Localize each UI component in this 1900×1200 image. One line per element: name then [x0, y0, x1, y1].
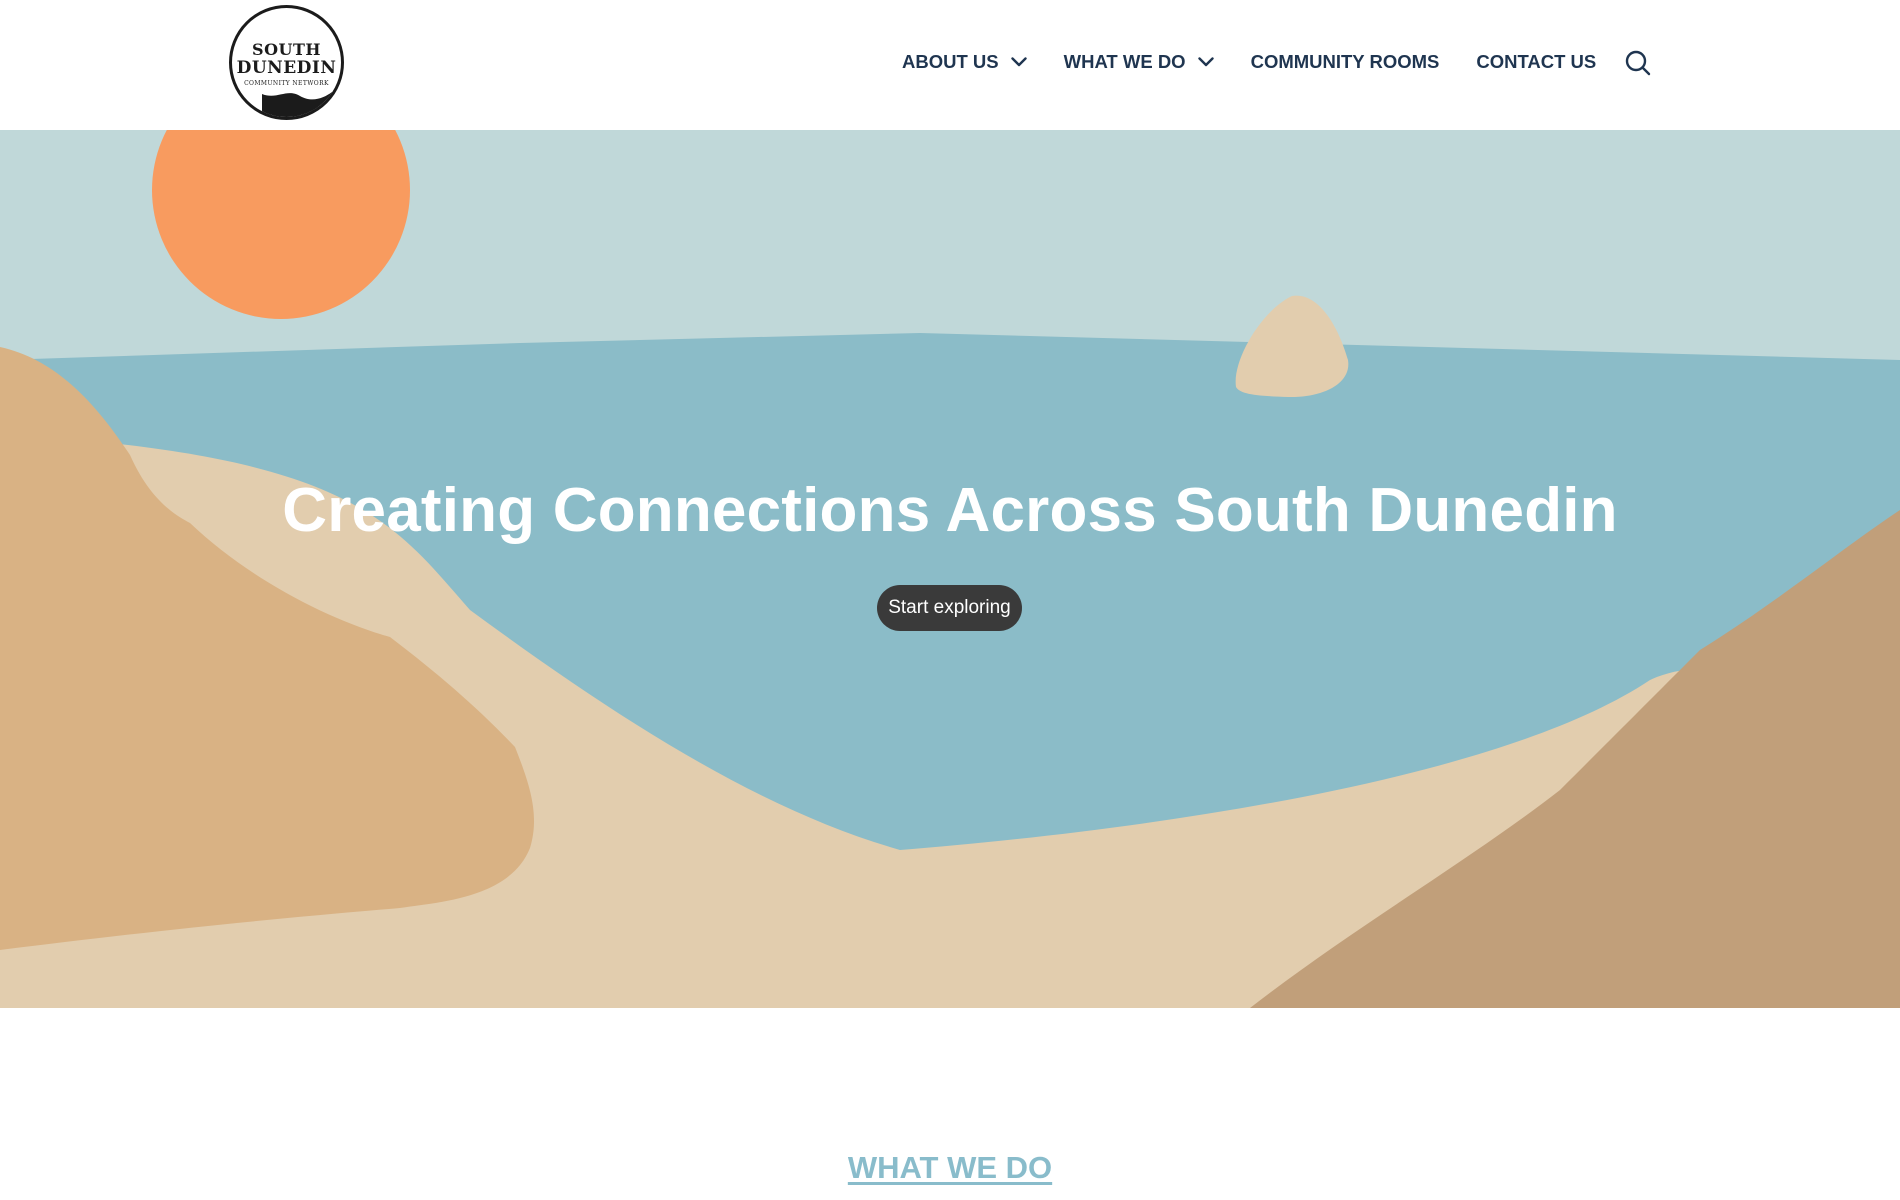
chevron-down-icon [1197, 57, 1214, 67]
main-nav: ABOUT US WHAT WE DO COMMUNITY ROOMS CONT… [902, 46, 1596, 78]
nav-item-label: CONTACT US [1476, 51, 1597, 72]
search-icon [1625, 50, 1651, 76]
hero-banner: Creating Connections Across South Dunedi… [0, 130, 1900, 1008]
nav-item-label: ABOUT US [902, 51, 999, 72]
chevron-down-icon [1010, 57, 1027, 67]
hero-illustration [0, 130, 1900, 1008]
start-exploring-button[interactable]: Start exploring [877, 585, 1022, 631]
nav-item-what-we-do[interactable]: WHAT WE DO [1064, 51, 1214, 73]
site-header: SOUTH DUNEDIN COMMUNITY NETWORK ABOUT US… [0, 0, 1900, 130]
nav-item-label: WHAT WE DO [1063, 51, 1186, 72]
hero-title: Creating Connections Across South Dunedi… [282, 476, 1618, 545]
nav-item-about-us[interactable]: ABOUT US [902, 51, 1027, 73]
logo-wave-icon [262, 92, 332, 117]
search-button[interactable] [1624, 49, 1652, 77]
section-title-what-we-do[interactable]: WHAT WE DO [0, 1150, 1900, 1186]
nav-item-contact-us[interactable]: CONTACT US [1476, 51, 1596, 73]
nav-item-community-rooms[interactable]: COMMUNITY ROOMS [1251, 51, 1440, 73]
site-logo[interactable]: SOUTH DUNEDIN COMMUNITY NETWORK [229, 5, 344, 120]
nav-item-label: COMMUNITY ROOMS [1250, 51, 1440, 72]
